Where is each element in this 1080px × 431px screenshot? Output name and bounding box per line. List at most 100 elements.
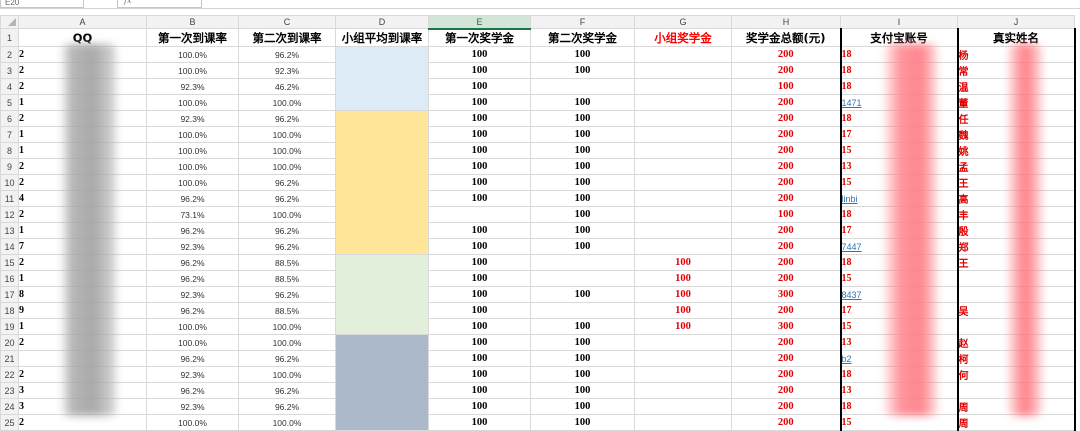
row-number[interactable]: 12 [0, 206, 19, 223]
cell-group-scholarship[interactable] [634, 350, 732, 367]
cell-first-attendance[interactable]: 100.0% [146, 174, 239, 191]
cell-first-scholarship[interactable]: 100 [428, 270, 531, 287]
cell-first-scholarship[interactable]: 100 [428, 94, 531, 111]
cell-scholarship-total[interactable]: 200 [731, 366, 841, 383]
cell-first-attendance[interactable]: 100.0% [146, 318, 239, 335]
row-number[interactable]: 1 [0, 28, 19, 47]
cell-alipay-account[interactable]: 15 [839, 414, 958, 431]
cell-second-attendance[interactable]: 100.0% [238, 334, 336, 351]
cell-group-scholarship[interactable] [634, 366, 732, 383]
cell-group-avg-attendance[interactable] [335, 46, 429, 111]
row-number[interactable]: 24 [0, 398, 19, 415]
cell-scholarship-total[interactable]: 200 [731, 46, 841, 63]
cell-scholarship-total[interactable]: 200 [731, 414, 841, 431]
column-header-f[interactable]: F [530, 15, 635, 29]
cell-first-scholarship[interactable]: 100 [428, 318, 531, 335]
cell-scholarship-total[interactable]: 200 [731, 254, 841, 271]
cell-first-attendance[interactable]: 92.3% [146, 366, 239, 383]
cell-first-attendance[interactable]: 100.0% [146, 142, 239, 159]
column-header-d[interactable]: D [335, 15, 429, 29]
row-number[interactable]: 6 [0, 110, 19, 127]
cell-second-attendance[interactable]: 88.5% [238, 254, 336, 271]
cell-second-scholarship[interactable]: 100 [530, 94, 635, 111]
select-all-corner[interactable] [0, 15, 19, 29]
row-number[interactable]: 2 [0, 46, 19, 63]
cell-group-scholarship[interactable] [634, 414, 732, 431]
cell-first-attendance[interactable]: 92.3% [146, 286, 239, 303]
cell-first-scholarship[interactable]: 100 [428, 382, 531, 399]
row-number[interactable]: 3 [0, 62, 19, 79]
cell-first-scholarship[interactable]: 100 [428, 158, 531, 175]
cell-first-attendance[interactable]: 100.0% [146, 158, 239, 175]
cell-group-scholarship[interactable]: 100 [634, 254, 732, 271]
header-second-scholarship[interactable]: 第二次奖学金 [530, 28, 635, 47]
cell-second-scholarship[interactable]: 100 [530, 142, 635, 159]
cell-second-scholarship[interactable] [530, 78, 635, 95]
cell-group-scholarship[interactable]: 100 [634, 318, 732, 335]
cell-second-scholarship[interactable] [530, 270, 635, 287]
header-first-attendance[interactable]: 第一次到课率 [146, 28, 239, 47]
cell-scholarship-total[interactable]: 300 [731, 318, 841, 335]
row-number[interactable]: 8 [0, 142, 19, 159]
cell-second-scholarship[interactable]: 100 [530, 286, 635, 303]
cell-second-scholarship[interactable]: 100 [530, 126, 635, 143]
cell-scholarship-total[interactable]: 200 [731, 174, 841, 191]
cell-second-attendance[interactable]: 96.2% [238, 382, 336, 399]
cell-first-scholarship[interactable]: 100 [428, 366, 531, 383]
column-header-g[interactable]: G [634, 15, 732, 29]
cell-second-scholarship[interactable]: 100 [530, 62, 635, 79]
cell-second-attendance[interactable]: 100.0% [238, 142, 336, 159]
cell-second-attendance[interactable]: 96.2% [238, 398, 336, 415]
cell-scholarship-total[interactable]: 200 [731, 158, 841, 175]
cell-second-attendance[interactable]: 96.2% [238, 110, 336, 127]
cell-first-attendance[interactable]: 100.0% [146, 334, 239, 351]
cell-group-scholarship[interactable] [634, 142, 732, 159]
cell-first-scholarship[interactable]: 100 [428, 78, 531, 95]
cell-group-scholarship[interactable] [634, 334, 732, 351]
cell-second-scholarship[interactable] [530, 254, 635, 271]
cell-scholarship-total[interactable]: 200 [731, 382, 841, 399]
cell-second-attendance[interactable]: 96.2% [238, 174, 336, 191]
row-number[interactable]: 17 [0, 286, 19, 303]
cell-scholarship-total[interactable]: 200 [731, 126, 841, 143]
cell-first-attendance[interactable]: 100.0% [146, 62, 239, 79]
cell-second-scholarship[interactable]: 100 [530, 334, 635, 351]
cell-first-attendance[interactable]: 96.2% [146, 382, 239, 399]
cell-second-scholarship[interactable]: 100 [530, 366, 635, 383]
cell-first-scholarship[interactable]: 100 [428, 190, 531, 207]
cell-first-scholarship[interactable] [428, 206, 531, 223]
cell-scholarship-total[interactable]: 200 [731, 302, 841, 319]
cell-second-attendance[interactable]: 96.2% [238, 222, 336, 239]
cell-group-scholarship[interactable] [634, 78, 732, 95]
row-number[interactable]: 5 [0, 94, 19, 111]
cell-first-attendance[interactable]: 96.2% [146, 270, 239, 287]
cell-group-scholarship[interactable]: 100 [634, 270, 732, 287]
cell-second-scholarship[interactable]: 100 [530, 206, 635, 223]
header-group-scholarship[interactable]: 小组奖学金 [634, 28, 732, 47]
cell-first-scholarship[interactable]: 100 [428, 286, 531, 303]
row-number[interactable]: 23 [0, 382, 19, 399]
cell-scholarship-total[interactable]: 200 [731, 334, 841, 351]
row-number[interactable]: 9 [0, 158, 19, 175]
column-header-i[interactable]: I [840, 15, 958, 29]
row-number[interactable]: 4 [0, 78, 19, 95]
cell-group-scholarship[interactable]: 100 [634, 286, 732, 303]
row-number[interactable]: 25 [0, 414, 19, 431]
cell-first-scholarship[interactable]: 100 [428, 174, 531, 191]
cell-second-attendance[interactable]: 96.2% [238, 238, 336, 255]
cell-group-scholarship[interactable] [634, 398, 732, 415]
cell-second-scholarship[interactable]: 100 [530, 398, 635, 415]
cell-first-attendance[interactable]: 73.1% [146, 206, 239, 223]
cell-second-attendance[interactable]: 100.0% [238, 206, 336, 223]
cell-first-attendance[interactable]: 100.0% [146, 126, 239, 143]
row-number[interactable]: 13 [0, 222, 19, 239]
cell-group-scholarship[interactable] [634, 110, 732, 127]
cell-first-scholarship[interactable]: 100 [428, 142, 531, 159]
cell-second-attendance[interactable]: 100.0% [238, 126, 336, 143]
cell-scholarship-total[interactable]: 200 [731, 62, 841, 79]
column-header-h[interactable]: H [731, 15, 841, 29]
cell-first-scholarship[interactable]: 100 [428, 222, 531, 239]
cell-second-attendance[interactable]: 100.0% [238, 158, 336, 175]
column-header-a[interactable]: A [18, 15, 147, 29]
row-number[interactable]: 10 [0, 174, 19, 191]
